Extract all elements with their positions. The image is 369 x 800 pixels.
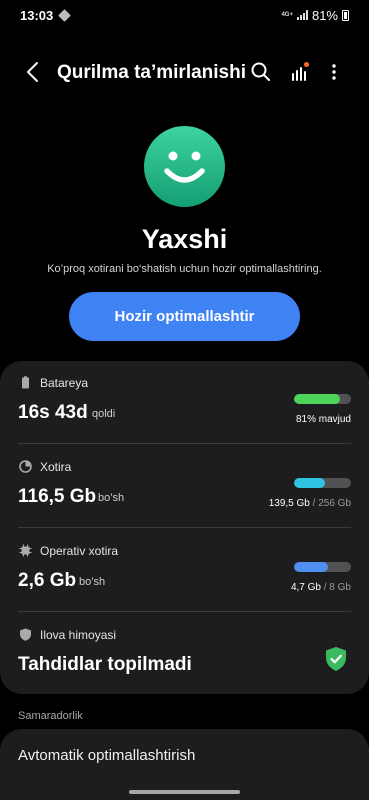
stats-icon[interactable] [288,60,312,84]
protection-label: Ilova himoyasi [40,628,117,642]
network-type: 4G+ [281,12,293,18]
auto-optimize-label: Avtomatik optimallashtirish [18,747,196,764]
divider [18,527,351,528]
storage-pie-icon [19,460,32,473]
ram-row[interactable]: Operativ xotira 2,6 Gb bo’sh 4,7 Gb / 8 … [0,529,369,612]
back-arrow-icon[interactable] [22,60,44,84]
device-care-card: Batareya 16s 43d qoldi 81% mavjud Xotira… [0,361,369,694]
shield-check-icon [326,647,346,671]
ram-fill [294,562,328,572]
smiley-face-icon [144,126,225,207]
ram-unit: bo’sh [79,576,106,588]
ram-detail: 4,7 Gb / 8 Gb [290,582,351,593]
page-title: Qurilma ta’mirlanishi [57,62,246,83]
storage-bar [294,478,351,488]
battery-unit: qoldi [92,408,116,420]
device-status: Yaxshi [141,224,228,254]
section-header: Samaradorlik [18,710,83,722]
battery-bar [294,394,351,404]
optimize-now-button[interactable]: Hozir optimallashtir [69,292,300,341]
status-bar: 13:03 4G+ 81% [0,0,369,30]
storage-row[interactable]: Xotira 116,5 Gb bo’sh 139,5 Gb / 256 Gb [0,445,369,528]
app-bar: Qurilma ta’mirlanishi [0,52,369,92]
memory-chip-icon [19,544,32,557]
more-vert-icon[interactable] [322,60,346,84]
battery-icon [342,9,349,21]
battery-percent: 81% [311,7,338,23]
battery-fill [294,394,341,404]
battery-label: Batareya [40,376,89,390]
gesture-handle[interactable] [129,790,240,794]
notification-icon [58,8,72,22]
protection-value: Tahdidlar topilmadi [18,654,192,675]
battery-detail: 81% mavjud [295,414,351,425]
divider [18,611,351,612]
search-icon[interactable] [249,60,273,84]
ram-label: Operativ xotira [40,544,119,558]
app-protection-row[interactable]: Ilova himoyasi Tahdidlar topilmadi [0,613,369,696]
storage-unit: bo’sh [98,492,125,504]
clock: 13:03 [20,7,54,23]
status-hint: Ko’proq xotirani bo‘shatish uchun hozir … [47,263,322,275]
ram-value: 2,6 Gb [18,570,77,591]
divider [18,443,351,444]
storage-value: 116,5 Gb [18,486,97,507]
shield-small-icon [20,628,31,641]
ram-bar [294,562,351,572]
battery-value: 16s 43d [18,402,88,423]
signal-icon [296,10,308,20]
storage-label: Xotira [40,460,72,474]
battery-row-icon [22,376,29,389]
battery-row[interactable]: Batareya 16s 43d qoldi 81% mavjud [0,361,369,444]
storage-fill [294,478,325,488]
storage-detail: 139,5 Gb / 256 Gb [268,498,351,509]
